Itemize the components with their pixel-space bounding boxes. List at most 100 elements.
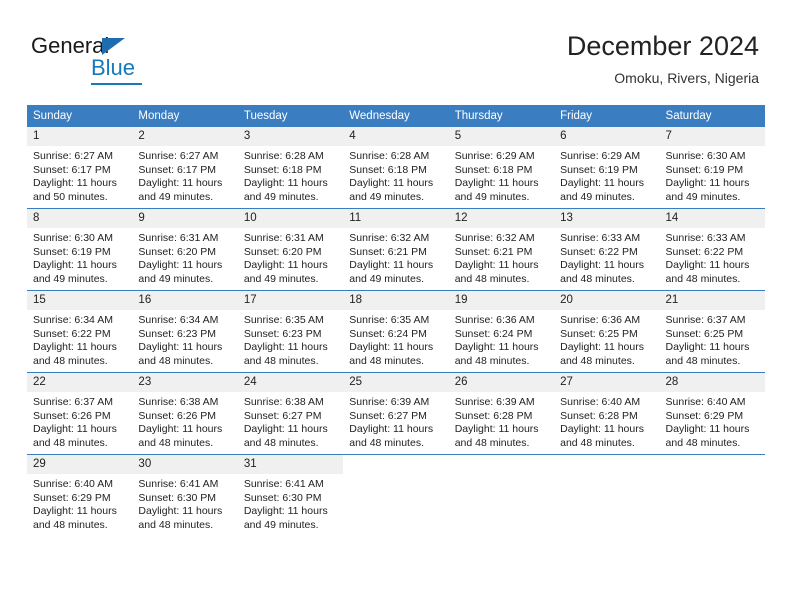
day-number: 28: [659, 373, 765, 392]
calendar-day-cell[interactable]: 29 Sunrise: 6:40 AM Sunset: 6:29 PM Dayl…: [27, 454, 133, 536]
calendar-day-cell[interactable]: 24 Sunrise: 6:38 AM Sunset: 6:27 PM Dayl…: [237, 372, 344, 455]
day-details: Sunrise: 6:41 AM Sunset: 6:30 PM Dayligh…: [238, 474, 343, 536]
daylight-text-line2: and 48 minutes.: [454, 436, 530, 449]
calendar-day-cell[interactable]: 23 Sunrise: 6:38 AM Sunset: 6:26 PM Dayl…: [132, 372, 238, 455]
calendar-day-cell[interactable]: 31 Sunrise: 6:41 AM Sunset: 6:30 PM Dayl…: [237, 454, 344, 536]
sunrise-text: Sunrise: 6:33 AM: [560, 232, 641, 244]
calendar-day-cell[interactable]: 8 Sunrise: 6:30 AM Sunset: 6:19 PM Dayli…: [27, 208, 133, 291]
day-number: 31: [237, 455, 344, 474]
calendar-week-row: 29 Sunrise: 6:40 AM Sunset: 6:29 PM Dayl…: [27, 454, 765, 536]
sunset-text: Sunset: 6:20 PM: [138, 245, 217, 258]
calendar-day-cell[interactable]: 20 Sunrise: 6:36 AM Sunset: 6:25 PM Dayl…: [554, 290, 660, 373]
day-number: 6: [554, 127, 660, 146]
sunset-text: Sunset: 6:27 PM: [243, 409, 322, 422]
calendar-day-cell-empty: [659, 454, 765, 536]
calendar-day-cell[interactable]: 16 Sunrise: 6:34 AM Sunset: 6:23 PM Dayl…: [132, 290, 238, 373]
calendar-day-cell[interactable]: 1 Sunrise: 6:27 AM Sunset: 6:17 PM Dayli…: [27, 127, 133, 209]
calendar-day-cell-empty: [554, 454, 660, 536]
calendar-day-cell[interactable]: 13 Sunrise: 6:33 AM Sunset: 6:22 PM Dayl…: [554, 208, 660, 291]
day-details: Sunrise: 6:34 AM Sunset: 6:23 PM Dayligh…: [132, 310, 237, 372]
daylight-text-line2: and 48 minutes.: [560, 272, 635, 285]
sunset-text: Sunset: 6:19 PM: [33, 245, 111, 258]
day-details: Sunrise: 6:37 AM Sunset: 6:25 PM Dayligh…: [660, 310, 765, 372]
calendar-day-cell[interactable]: 17 Sunrise: 6:35 AM Sunset: 6:23 PM Dayl…: [237, 290, 344, 373]
calendar-page: General Blue December 2024 Omoku, Rivers…: [0, 0, 792, 612]
calendar-day-cell[interactable]: 21 Sunrise: 6:37 AM Sunset: 6:25 PM Dayl…: [659, 290, 765, 373]
calendar-day-cell[interactable]: 28 Sunrise: 6:40 AM Sunset: 6:29 PM Dayl…: [659, 372, 765, 455]
sunrise-text: Sunrise: 6:29 AM: [560, 150, 641, 162]
day-number: 2: [132, 127, 238, 146]
calendar-day-cell[interactable]: 22 Sunrise: 6:37 AM Sunset: 6:26 PM Dayl…: [27, 372, 133, 455]
sunrise-text: Sunrise: 6:40 AM: [560, 396, 641, 408]
daylight-text-line2: and 48 minutes.: [138, 354, 214, 367]
calendar-day-cell-empty: [448, 454, 555, 536]
day-details: Sunrise: 6:33 AM Sunset: 6:22 PM Dayligh…: [554, 228, 659, 290]
daylight-text-line2: and 48 minutes.: [560, 354, 635, 367]
calendar-day-cell[interactable]: 11 Sunrise: 6:32 AM Sunset: 6:21 PM Dayl…: [343, 208, 449, 291]
sunrise-text: Sunrise: 6:38 AM: [138, 396, 219, 408]
day-number: 5: [448, 127, 555, 146]
day-number: 21: [659, 291, 765, 310]
sunrise-text: Sunrise: 6:41 AM: [138, 478, 219, 490]
sunset-text: Sunset: 6:28 PM: [560, 409, 638, 422]
day-details: Sunrise: 6:29 AM Sunset: 6:18 PM Dayligh…: [449, 146, 554, 208]
calendar-day-cell[interactable]: 19 Sunrise: 6:36 AM Sunset: 6:24 PM Dayl…: [448, 290, 555, 373]
calendar-day-cell[interactable]: 26 Sunrise: 6:39 AM Sunset: 6:28 PM Dayl…: [448, 372, 555, 455]
calendar-day-cell[interactable]: 30 Sunrise: 6:41 AM Sunset: 6:30 PM Dayl…: [132, 454, 238, 536]
calendar-day-cell[interactable]: 9 Sunrise: 6:31 AM Sunset: 6:20 PM Dayli…: [132, 208, 238, 291]
calendar-table: Sunday Monday Tuesday Wednesday Thursday…: [27, 105, 765, 536]
sunrise-text: Sunrise: 6:32 AM: [349, 232, 430, 244]
day-number: 19: [448, 291, 555, 310]
daylight-text-line2: and 48 minutes.: [33, 518, 108, 531]
calendar-day-cell[interactable]: 14 Sunrise: 6:33 AM Sunset: 6:22 PM Dayl…: [659, 208, 765, 291]
calendar-day-cell[interactable]: 18 Sunrise: 6:35 AM Sunset: 6:24 PM Dayl…: [343, 290, 449, 373]
day-details: Sunrise: 6:33 AM Sunset: 6:22 PM Dayligh…: [660, 228, 765, 290]
daylight-text-line1: Daylight: 11 hours: [454, 423, 539, 435]
daylight-text-line1: Daylight: 11 hours: [454, 177, 539, 189]
weekday-header-saturday: Saturday: [659, 105, 765, 127]
day-details: Sunrise: 6:40 AM Sunset: 6:28 PM Dayligh…: [554, 392, 659, 454]
weekday-header-monday: Monday: [132, 105, 238, 127]
calendar-day-cell[interactable]: 12 Sunrise: 6:32 AM Sunset: 6:21 PM Dayl…: [448, 208, 555, 291]
daylight-text-line1: Daylight: 11 hours: [33, 505, 117, 517]
calendar-day-cell[interactable]: 2 Sunrise: 6:27 AM Sunset: 6:17 PM Dayli…: [132, 127, 238, 209]
daylight-text-line2: and 49 minutes.: [454, 190, 530, 203]
daylight-text-line1: Daylight: 11 hours: [138, 505, 223, 517]
calendar-day-cell[interactable]: 7 Sunrise: 6:30 AM Sunset: 6:19 PM Dayli…: [659, 127, 765, 209]
day-details: Sunrise: 6:40 AM Sunset: 6:29 PM Dayligh…: [27, 474, 132, 536]
sunset-text: Sunset: 6:24 PM: [454, 327, 533, 340]
day-number: 14: [659, 209, 765, 228]
calendar-day-cell[interactable]: 10 Sunrise: 6:31 AM Sunset: 6:20 PM Dayl…: [237, 208, 344, 291]
day-details: Sunrise: 6:35 AM Sunset: 6:24 PM Dayligh…: [343, 310, 448, 372]
calendar-day-cell[interactable]: 3 Sunrise: 6:28 AM Sunset: 6:18 PM Dayli…: [237, 127, 344, 209]
sunset-text: Sunset: 6:24 PM: [349, 327, 427, 340]
daylight-text-line1: Daylight: 11 hours: [349, 423, 434, 435]
calendar-day-cell[interactable]: 5 Sunrise: 6:29 AM Sunset: 6:18 PM Dayli…: [448, 127, 555, 209]
sunset-text: Sunset: 6:17 PM: [138, 163, 217, 176]
sunset-text: Sunset: 6:18 PM: [349, 163, 427, 176]
calendar-day-cell[interactable]: 6 Sunrise: 6:29 AM Sunset: 6:19 PM Dayli…: [554, 127, 660, 209]
sunset-text: Sunset: 6:26 PM: [33, 409, 111, 422]
day-details: Sunrise: 6:29 AM Sunset: 6:19 PM Dayligh…: [554, 146, 659, 208]
sunset-text: Sunset: 6:18 PM: [243, 163, 322, 176]
calendar-week-row: 8 Sunrise: 6:30 AM Sunset: 6:19 PM Dayli…: [27, 208, 765, 291]
daylight-text-line2: and 49 minutes.: [560, 190, 635, 203]
day-number: 1: [27, 127, 133, 146]
calendar-day-cell[interactable]: 27 Sunrise: 6:40 AM Sunset: 6:28 PM Dayl…: [554, 372, 660, 455]
daylight-text-line1: Daylight: 11 hours: [33, 177, 117, 189]
calendar-day-cell[interactable]: 4 Sunrise: 6:28 AM Sunset: 6:18 PM Dayli…: [343, 127, 449, 209]
day-details: Sunrise: 6:40 AM Sunset: 6:29 PM Dayligh…: [660, 392, 765, 454]
sunset-text: Sunset: 6:29 PM: [665, 409, 744, 422]
daylight-text-line2: and 48 minutes.: [243, 354, 319, 367]
day-details: Sunrise: 6:39 AM Sunset: 6:27 PM Dayligh…: [343, 392, 448, 454]
day-details: Sunrise: 6:28 AM Sunset: 6:18 PM Dayligh…: [238, 146, 343, 208]
daylight-text-line1: Daylight: 11 hours: [560, 341, 644, 353]
day-details: Sunrise: 6:38 AM Sunset: 6:26 PM Dayligh…: [132, 392, 237, 454]
calendar-day-cell[interactable]: 25 Sunrise: 6:39 AM Sunset: 6:27 PM Dayl…: [343, 372, 449, 455]
calendar-day-cell[interactable]: 15 Sunrise: 6:34 AM Sunset: 6:22 PM Dayl…: [27, 290, 133, 373]
day-details: Sunrise: 6:31 AM Sunset: 6:20 PM Dayligh…: [132, 228, 237, 290]
daylight-text-line1: Daylight: 11 hours: [243, 259, 328, 271]
day-details: Sunrise: 6:31 AM Sunset: 6:20 PM Dayligh…: [238, 228, 343, 290]
daylight-text-line2: and 48 minutes.: [349, 436, 424, 449]
weekday-header-sunday: Sunday: [27, 105, 133, 127]
